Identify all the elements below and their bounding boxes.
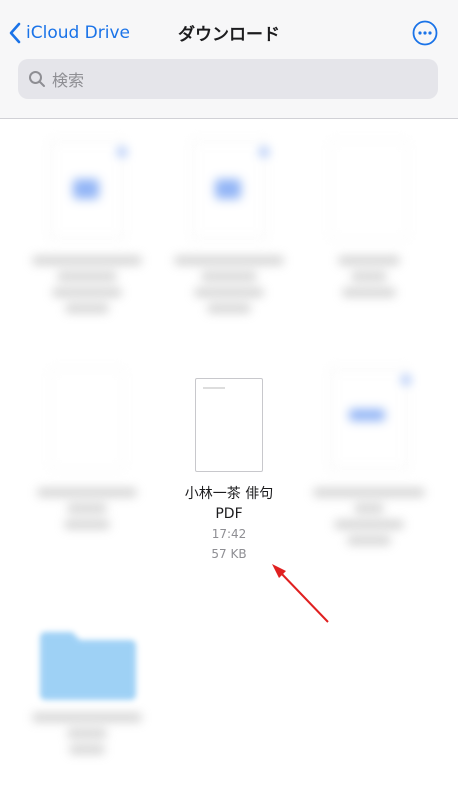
annotation-arrow-icon (272, 564, 329, 623)
